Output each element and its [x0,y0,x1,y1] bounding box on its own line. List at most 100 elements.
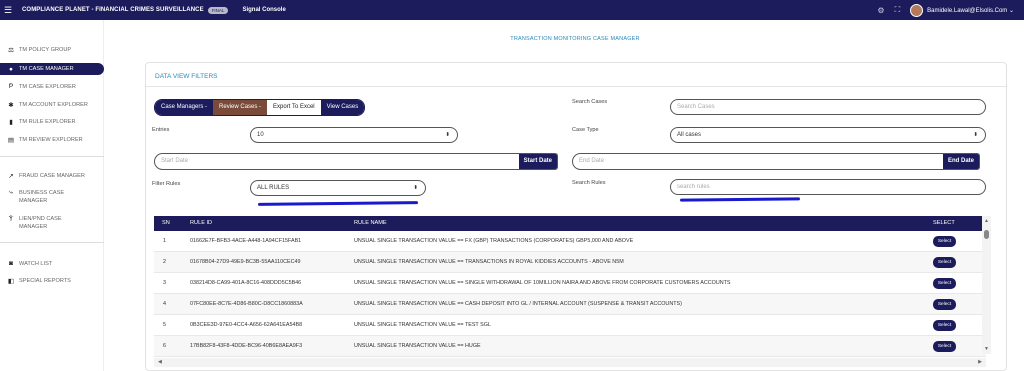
cell-sn: 6 [163,343,166,349]
branch-icon: ⤷ [9,189,13,196]
table-vertical-scrollbar[interactable]: ▲ ▼ [982,216,991,354]
end-date-button[interactable]: End Date [942,154,979,169]
top-bar: ☰ COMPLIANCE PLANET - FINANCIAL CRIMES S… [0,0,1024,20]
sidebar-item-business-case-manager[interactable]: ⤷ BUSINESS CASE MANAGER [0,189,104,205]
table-header: SN RULE ID RULE NAME SELECT [154,216,986,231]
entries-select[interactable]: 10 ⬍ [250,127,458,143]
asterisk-icon: ✱ [8,102,14,109]
annotation-underline [679,197,801,202]
scroll-right-icon[interactable]: ▶ [978,359,982,365]
sidebar-item-tm-policy-group[interactable]: ⚖ TM POLICY GROUP [0,46,104,54]
hamburger-menu-icon[interactable]: ☰ [4,5,18,16]
filter-rules-label: Filter Rules [152,181,181,187]
search-cases-label: Search Cases [572,99,608,105]
panel-title: DATA VIEW FILTERS [155,73,218,80]
column-header-sn: SN [162,220,170,226]
table-row: 3 038214D8-CA99-401A-8C16-408DDD5C5B46 U… [154,273,986,294]
sidebar-item-label: LIEN/PND CASE MANAGER [19,216,62,230]
select-button[interactable]: Select [933,278,956,289]
settings-icon[interactable]: ⚙ [877,6,884,15]
sidebar: ⚖ TM POLICY GROUP ● TM CASE MANAGER Ᵽ TM CA… [0,20,104,371]
select-caret-icon: ⬍ [413,185,418,191]
filter-rules-select[interactable]: ALL RULES ⬍ [250,180,426,196]
scroll-down-icon[interactable]: ▼ [984,346,989,352]
page-title: TRANSACTION MONITORING CASE MANAGER [510,36,640,42]
sidebar-item-tm-rule-explorer[interactable]: ▮ TM RULE EXPLORER [0,118,104,126]
scrollbar-thumb[interactable] [984,230,989,239]
cell-rule-name: UNSUAL SINGLE TRANSACTION VALUE == FX (G… [354,238,634,244]
fullscreen-icon[interactable]: ⛶ [895,5,901,15]
view-cases-button[interactable]: View Cases [320,100,365,115]
environment-badge: FINAL [207,6,229,14]
sidebar-item-label: SPECIAL REPORTS [19,278,71,284]
balance-icon: Ⲯ [8,215,14,222]
table-row: 4 07FC80EE-8C7E-4D86-B80C-D8CC1860883A U… [154,294,986,315]
case-type-select[interactable]: All cases ⬍ [670,127,986,143]
avatar[interactable] [910,3,924,17]
cell-rule-name: UNSUAL SINGLE TRANSACTION VALUE == HUGE [354,343,481,349]
file-icon: ▮ [9,119,13,126]
console-link[interactable]: Signal Console [242,7,285,13]
select-button[interactable]: Select [933,299,956,310]
divider [146,86,1006,87]
sidebar-item-label: FRAUD CASE MANAGER [19,173,85,179]
table-horizontal-scrollbar[interactable]: ◀ ▶ [154,358,986,367]
select-button[interactable]: Select [933,341,956,352]
scroll-left-icon[interactable]: ◀ [158,359,162,365]
entries-label: Entries [152,127,170,133]
sidebar-item-watch-list[interactable]: ◙ WATCH LIST [0,260,104,268]
select-button[interactable]: Select [933,257,956,268]
start-date-picker[interactable]: Start Date Start Date [154,153,558,170]
sidebar-item-tm-review-explorer[interactable]: ▤ TM REVIEW EXPLORER [0,136,104,144]
bitcoin-icon: Ᵽ [8,83,14,90]
cell-rule-name: UNSUAL SINGLE TRANSACTION VALUE == CASH … [354,301,682,307]
search-rules-label: Search Rules [572,180,606,186]
start-date-button[interactable]: Start Date [518,154,557,169]
sidebar-item-tm-case-explorer[interactable]: Ᵽ TM CASE EXPLORER [0,83,104,91]
sidebar-item-label: TM RULE EXPLORER [19,119,76,125]
table-row: 1 01662E7F-BFB3-4ACE-A448-1A94CF15FAB1 U… [154,231,986,252]
action-button-group: Case Managers - Review Cases - Export To… [154,99,366,116]
cell-rule-id: 07FC80EE-8C7E-4D86-B80C-D8CC1860883A [190,301,303,307]
cell-rule-name: UNSUAL SINGLE TRANSACTION VALUE == SINGL… [354,280,731,286]
search-cases-input[interactable]: Search Cases [670,99,986,115]
end-date-input[interactable]: End Date [573,154,943,169]
sidebar-item-label: BUSINESS CASE MANAGER [19,190,65,204]
end-date-picker[interactable]: End Date End Date [572,153,980,170]
folder-icon: ● [9,65,13,73]
sidebar-item-label: TM ACCOUNT EXPLORER [19,102,88,108]
sidebar-item-tm-case-manager[interactable]: ● TM CASE MANAGER [0,63,104,75]
cell-rule-id: 01662E7F-BFB3-4ACE-A448-1A94CF15FAB1 [190,238,302,244]
sidebar-item-lien-pnd-case-manager[interactable]: Ⲯ LIEN/PND CASE MANAGER [0,215,104,231]
cell-rule-name: UNSUAL SINGLE TRANSACTION VALUE == TRANS… [354,259,624,265]
case-managers-button[interactable]: Case Managers - [155,100,214,115]
id-card-icon: ▤ [7,137,15,144]
table-body: 1 01662E7F-BFB3-4ACE-A448-1A94CF15FAB1 U… [154,231,986,357]
select-caret-icon: ⬍ [973,132,978,138]
review-cases-button[interactable]: Review Cases - [213,100,268,115]
sidebar-item-label: TM CASE MANAGER [19,66,74,72]
sidebar-item-fraud-case-manager[interactable]: ↗ FRAUD CASE MANAGER [0,172,104,180]
start-date-input[interactable]: Start Date [155,154,519,169]
search-rules-input[interactable]: search rules [670,179,986,195]
sidebar-item-label: WATCH LIST [19,261,53,267]
scroll-up-icon[interactable]: ▲ [984,218,989,224]
cell-sn: 4 [163,301,166,307]
select-caret-icon: ⬍ [445,132,450,138]
case-type-label: Case Type [572,127,599,133]
sidebar-item-tm-account-explorer[interactable]: ✱ TM ACCOUNT EXPLORER [0,101,104,109]
table-row: 5 0B3CEE3D-97E0-4CC4-A656-62A641EA54B8 U… [154,315,986,336]
user-menu[interactable]: Bamidele.Lawal@Elsolis.Com ⌄ [927,7,1014,14]
user-email: Bamidele.Lawal@Elsolis.Com [927,7,1008,14]
sidebar-item-special-reports[interactable]: ◧ SPECIAL REPORTS [0,277,104,285]
select-button[interactable]: Select [933,320,956,331]
select-button[interactable]: Select [933,236,956,247]
cell-sn: 5 [163,322,166,328]
export-to-excel-button[interactable]: Export To Excel [267,100,321,115]
case-type-value: All cases [677,132,702,138]
annotation-underline [257,201,419,206]
sidebar-divider [0,242,104,243]
data-view-filters-panel: DATA VIEW FILTERS Case Managers - Review… [145,62,1007,371]
cell-rule-name: UNSUAL SINGLE TRANSACTION VALUE == TEST … [354,322,491,328]
book-icon: ◧ [7,278,15,285]
